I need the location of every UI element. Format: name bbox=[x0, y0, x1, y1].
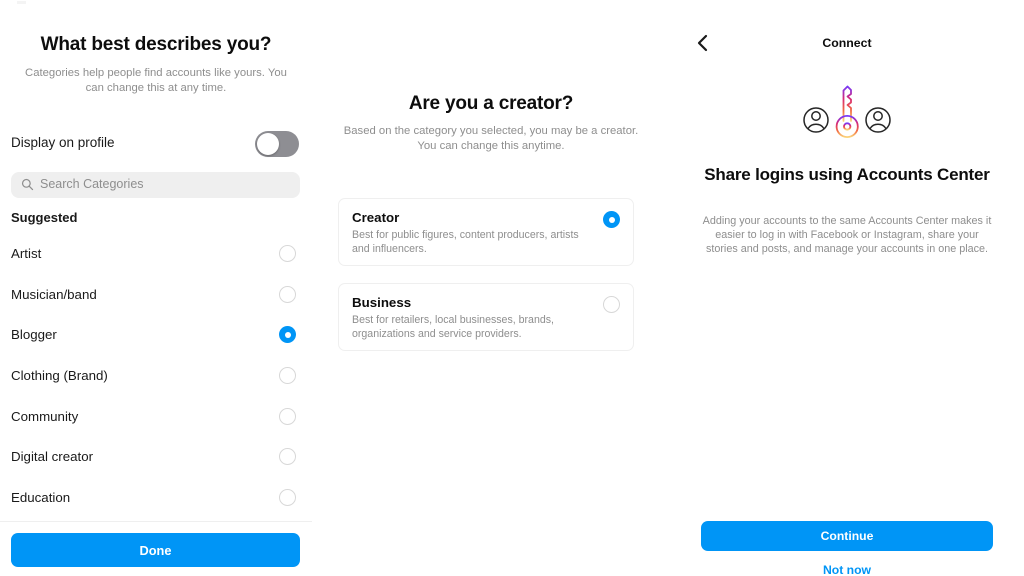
category-row-blogger[interactable]: Blogger bbox=[0, 319, 312, 360]
display-on-profile-toggle[interactable] bbox=[255, 131, 299, 157]
creator-or-business-screen: Are you a creator? Based on the category… bbox=[312, 0, 670, 576]
page-title: Share logins using Accounts Center bbox=[704, 165, 990, 184]
option-card-creator[interactable]: Creator Best for public figures, content… bbox=[338, 198, 634, 266]
page-subtitle: Categories help people find accounts lik… bbox=[25, 67, 287, 94]
connect-accounts-center-screen: Connect Share logins using Accounts Cent… bbox=[670, 0, 1024, 576]
category-label: Education bbox=[11, 490, 71, 506]
option-title: Creator bbox=[352, 210, 400, 225]
category-radio[interactable] bbox=[279, 285, 296, 303]
display-on-profile-row[interactable]: Display on profile bbox=[0, 131, 312, 159]
category-label: Digital creator bbox=[11, 449, 94, 465]
toggle-knob bbox=[257, 133, 279, 155]
nav-title: Connect bbox=[822, 36, 872, 50]
category-radio[interactable] bbox=[279, 407, 296, 425]
option-radio-selected[interactable] bbox=[603, 211, 620, 228]
accounts-center-key-icon bbox=[797, 82, 897, 144]
category-picker-screen: What best describes you? Categories help… bbox=[0, 0, 312, 576]
category-label: Musician/band bbox=[11, 286, 97, 302]
option-description: Best for public figures, content produce… bbox=[352, 229, 579, 255]
option-radio[interactable] bbox=[603, 296, 620, 313]
category-radio[interactable] bbox=[279, 448, 296, 466]
category-radio[interactable] bbox=[279, 245, 296, 262]
category-radio[interactable] bbox=[279, 367, 296, 385]
category-row-artist[interactable]: Artist bbox=[0, 238, 312, 279]
not-now-button[interactable]: Not now bbox=[670, 563, 1024, 576]
search-placeholder: Search Categories bbox=[40, 177, 144, 191]
category-row-education[interactable]: Education bbox=[0, 482, 312, 523]
continue-button[interactable]: Continue bbox=[701, 521, 993, 551]
category-label: Clothing (Brand) bbox=[11, 368, 108, 384]
category-row-community[interactable]: Community bbox=[0, 401, 312, 442]
page-subtitle: Based on the category you selected, you … bbox=[343, 125, 639, 152]
category-label: Community bbox=[11, 408, 79, 424]
page-title: What best describes you? bbox=[40, 34, 272, 55]
category-radio[interactable] bbox=[279, 489, 296, 507]
done-button[interactable]: Done bbox=[11, 533, 300, 567]
screenshot-root: What best describes you? Categories help… bbox=[0, 0, 1024, 576]
category-list: Artist Musician/band Blogger Clothing (B… bbox=[0, 238, 312, 523]
search-categories-field[interactable]: Search Categories bbox=[11, 172, 300, 198]
category-label: Blogger bbox=[11, 327, 57, 343]
option-title: Business bbox=[352, 295, 412, 310]
category-radio-selected[interactable] bbox=[279, 326, 296, 344]
page-body-text: Adding your accounts to the same Account… bbox=[702, 215, 992, 255]
category-row-clothing-brand[interactable]: Clothing (Brand) bbox=[0, 360, 312, 401]
suggested-section-header: Suggested bbox=[11, 210, 78, 225]
display-on-profile-label: Display on profile bbox=[11, 135, 115, 150]
category-label: Artist bbox=[11, 246, 42, 261]
page-title: Are you a creator? bbox=[408, 93, 574, 114]
status-bar-fragment bbox=[17, 1, 26, 4]
search-icon bbox=[21, 178, 34, 191]
option-description: Best for retailers, local businesses, br… bbox=[352, 314, 554, 340]
footer-divider bbox=[0, 521, 312, 522]
option-card-business[interactable]: Business Best for retailers, local busin… bbox=[338, 283, 634, 351]
category-row-musician-band[interactable]: Musician/band bbox=[0, 279, 312, 320]
category-row-digital-creator[interactable]: Digital creator bbox=[0, 441, 312, 482]
